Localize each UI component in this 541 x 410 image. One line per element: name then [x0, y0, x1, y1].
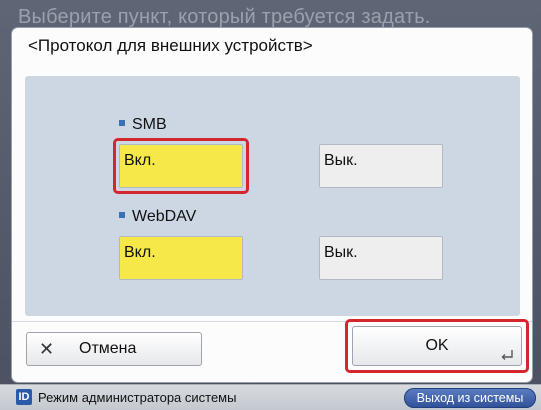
dialog-title: <Протокол для внешних устройств>: [28, 36, 313, 55]
bullet-icon: [119, 119, 125, 126]
close-icon: ✕: [39, 339, 55, 359]
protocol-dialog: <Протокол для внешних устройств> SMB Вкл…: [12, 28, 532, 382]
ok-button[interactable]: OK: [352, 326, 522, 366]
webdav-label-text: WebDAV: [132, 208, 197, 225]
settings-panel: SMB Вкл. Вык. WebDAV Вкл. Вык.: [25, 76, 520, 316]
admin-mode-text: Режим администратора системы: [38, 390, 237, 405]
smb-off-button[interactable]: Вык.: [319, 144, 443, 188]
smb-label-text: SMB: [132, 116, 167, 133]
webdav-off-button[interactable]: Вык.: [319, 236, 443, 280]
smb-on-button[interactable]: Вкл.: [119, 144, 243, 188]
webdav-on-button[interactable]: Вкл.: [119, 236, 243, 280]
footer-divider: [12, 321, 532, 322]
logout-button[interactable]: Выход из системы: [404, 388, 536, 408]
admin-mode-icon: ID: [16, 389, 32, 405]
smb-on-label: Вкл.: [124, 152, 156, 169]
smb-off-label: Вык.: [324, 152, 358, 169]
smb-label: SMB: [119, 116, 167, 134]
enter-icon: [501, 350, 513, 360]
bullet-icon: [119, 211, 125, 218]
cancel-label: Отмена: [79, 340, 137, 357]
webdav-off-label: Вык.: [324, 244, 358, 261]
ok-label: OK: [425, 337, 449, 354]
webdav-on-label: Вкл.: [124, 244, 156, 261]
webdav-label: WebDAV: [119, 208, 196, 226]
cancel-button[interactable]: ✕ Отмена: [26, 332, 202, 366]
status-bar: ID Режим администратора системы Выход из…: [0, 384, 541, 410]
background-title: Выберите пункт, который требуется задать…: [18, 6, 431, 28]
